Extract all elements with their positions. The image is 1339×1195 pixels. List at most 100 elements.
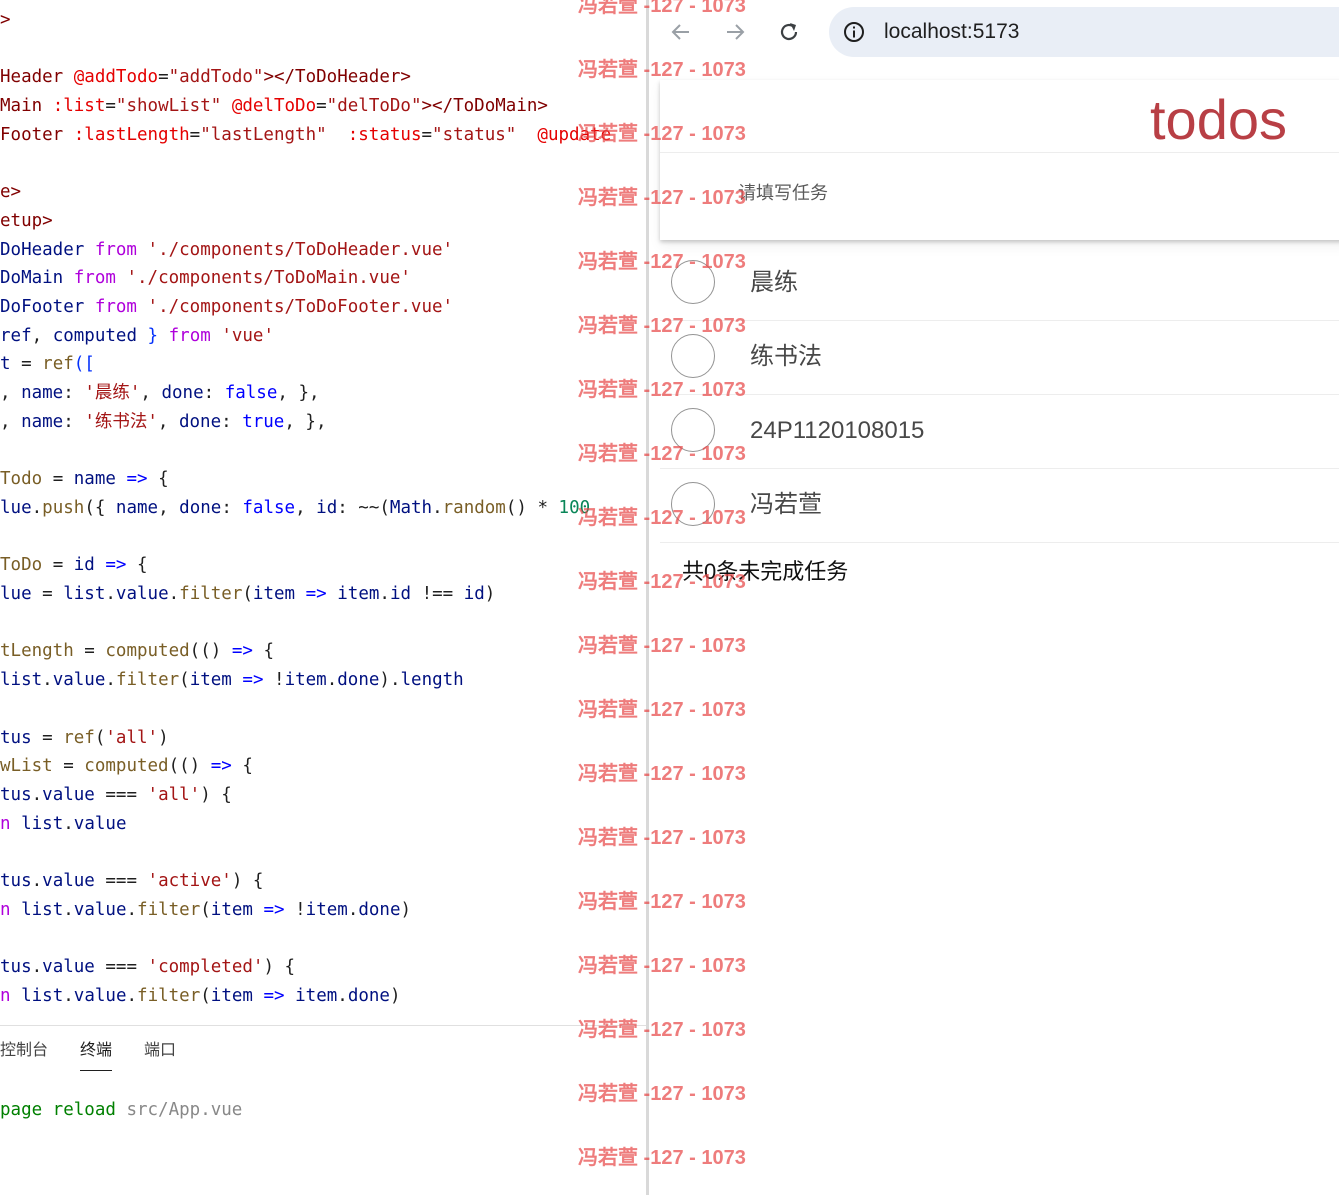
code-line[interactable]: n list.value	[0, 810, 126, 838]
new-todo-input[interactable]	[736, 182, 1240, 205]
code-token: value	[42, 957, 95, 978]
code-token: =	[158, 67, 169, 88]
code-token: computed	[52, 325, 137, 346]
code-line[interactable]: tus.value === 'active') {	[0, 867, 263, 895]
code-token: n	[0, 985, 11, 1006]
todo-toggle-checkbox[interactable]	[671, 260, 715, 304]
code-token: .	[63, 899, 74, 920]
code-line[interactable]: n list.value.filter(item => !item.done)	[0, 896, 411, 924]
code-token: filter	[137, 985, 201, 1006]
code-token: wList	[0, 756, 53, 777]
code-token: n	[0, 899, 11, 920]
todo-toggle-checkbox[interactable]	[671, 408, 715, 452]
panel-divider	[0, 1025, 646, 1026]
code-line[interactable]: tus.value === 'all') {	[0, 781, 232, 809]
code-token: "lastLength"	[200, 124, 327, 145]
code-token: .	[432, 497, 443, 518]
code-token: :	[221, 411, 243, 432]
code-editor[interactable]: > Header @addTodo="addTodo"></ToDoHeader>…	[0, 0, 646, 1195]
code-line[interactable]: Main :list="showList" @delToDo="delToDo"…	[0, 92, 548, 120]
code-token: (()	[168, 756, 211, 777]
back-button[interactable]	[667, 18, 695, 46]
tab-terminal[interactable]: 终端	[80, 1040, 113, 1071]
address-bar[interactable]: localhost:5173	[829, 7, 1339, 57]
code-token: value	[73, 985, 127, 1006]
code-token: from	[168, 325, 211, 346]
reload-button[interactable]	[775, 18, 803, 46]
code-token: ></ToDoHeader>	[263, 67, 411, 88]
code-line[interactable]: tLength = computed(() => {	[0, 637, 274, 665]
code-token: !==	[411, 584, 464, 604]
code-token: =	[105, 96, 116, 117]
code-token: =>	[305, 584, 327, 604]
code-token: ([	[73, 354, 95, 375]
code-line[interactable]: , name: '练书法', done: true, },	[0, 408, 327, 436]
code-token: =	[73, 641, 106, 662]
info-icon[interactable]	[843, 21, 865, 43]
code-line[interactable]: ToDo = id => {	[0, 551, 148, 579]
code-line[interactable]: tus = ref('all')	[0, 724, 169, 752]
code-token: =>	[126, 469, 148, 490]
code-line[interactable]: etup>	[0, 207, 53, 235]
todo-label: 24P1120108015	[750, 417, 925, 444]
todo-item: 晨练	[660, 246, 1339, 321]
code-line[interactable]: , name: '晨练', done: false, },	[0, 379, 320, 407]
code-token: .	[326, 670, 338, 691]
forward-button[interactable]	[721, 18, 749, 46]
terminal-path: src/App.vue	[115, 1100, 243, 1120]
code-line[interactable]: Header @addTodo="addTodo"></ToDoHeader>	[0, 63, 411, 91]
code-token: done	[358, 899, 401, 920]
code-line[interactable]: t = ref([	[0, 350, 95, 378]
code-token: random	[442, 497, 506, 518]
code-token: .	[31, 871, 43, 891]
code-line[interactable]: DoHeader from './components/ToDoHeader.v…	[0, 236, 453, 264]
code-token: "showList"	[115, 96, 222, 117]
code-line[interactable]: lue = list.value.filter(item => item.id …	[0, 580, 495, 608]
code-token: .	[63, 985, 74, 1006]
code-line[interactable]: e>	[0, 178, 21, 206]
code-token: ) {	[231, 871, 264, 891]
code-line[interactable]: DoMain from './components/ToDoMain.vue'	[0, 264, 411, 292]
code-token: list	[21, 985, 64, 1006]
code-token: ToDo	[0, 555, 43, 576]
todo-toggle-checkbox[interactable]	[671, 482, 715, 526]
code-line[interactable]: Footer :lastLength="lastLength" :status=…	[0, 121, 611, 149]
url-text[interactable]: localhost:5173	[884, 20, 1019, 44]
code-token: name	[73, 469, 116, 490]
code-line[interactable]: >	[0, 6, 11, 34]
code-line[interactable]: Todo = name => {	[0, 465, 169, 493]
code-token: filter	[179, 584, 243, 604]
code-line[interactable]: ref, computed } from 'vue'	[0, 322, 274, 350]
code-token: n	[0, 813, 11, 834]
code-token: item	[210, 985, 253, 1006]
code-token: ref	[0, 325, 32, 346]
code-token: from	[94, 239, 137, 260]
code-line[interactable]: tus.value === 'completed') {	[0, 953, 295, 981]
code-token: e>	[0, 182, 22, 203]
code-token: =	[52, 756, 85, 777]
tab-console[interactable]: 控制台	[0, 1040, 48, 1070]
code-line[interactable]: wList = computed(() => {	[0, 752, 253, 780]
code-token: >	[0, 10, 11, 30]
todo-toggle-checkbox[interactable]	[671, 334, 715, 378]
code-token: ).	[379, 670, 401, 691]
code-token: name	[115, 497, 159, 518]
code-token: Todo	[0, 469, 43, 490]
code-token: .	[63, 813, 74, 834]
code-token: name	[21, 411, 64, 432]
tab-ports[interactable]: 端口	[144, 1040, 176, 1070]
code-token: lue	[0, 584, 32, 604]
code-token: ===	[94, 871, 148, 891]
code-line[interactable]: lue.push({ name, done: false, id: ~~(Mat…	[0, 494, 590, 522]
code-token: , },	[284, 411, 327, 432]
code-token: item	[189, 670, 232, 691]
code-line[interactable]: n list.value.filter(item => item.done)	[0, 982, 401, 1010]
code-token: ,	[295, 497, 317, 518]
code-line[interactable]: DoFooter from './components/ToDoFooter.v…	[0, 293, 453, 321]
code-token: done	[179, 497, 222, 518]
code-line[interactable]: list.value.filter(item => !item.done).le…	[0, 666, 464, 694]
